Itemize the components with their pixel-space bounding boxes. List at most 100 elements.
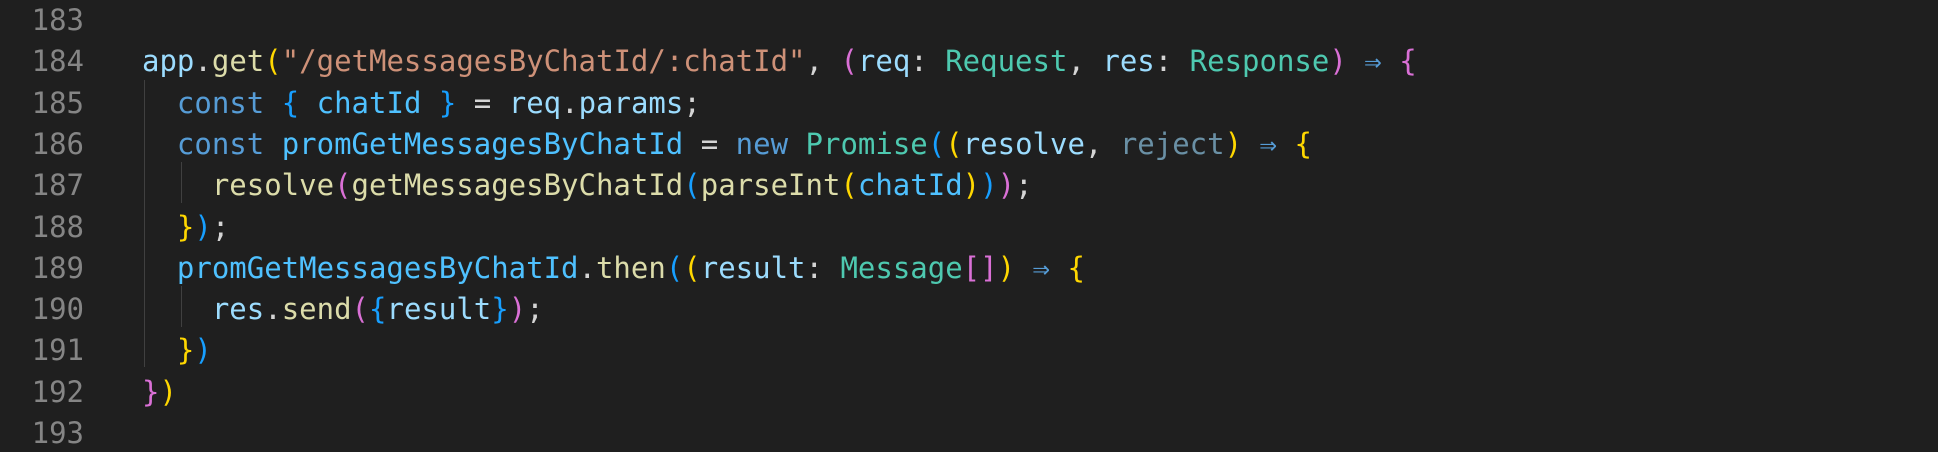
code-token: {	[1294, 126, 1312, 161]
code-token: result	[700, 250, 806, 285]
line-number: 193	[31, 416, 84, 450]
code-token: )	[1329, 44, 1347, 79]
code-token: (	[334, 168, 352, 203]
code-line[interactable]: 190 res.send({result});	[0, 289, 1938, 330]
line-code: });	[142, 207, 229, 248]
code-token: promGetMessagesByChatId	[281, 126, 684, 161]
code-token: )	[508, 292, 527, 327]
code-token: {	[281, 85, 300, 120]
line-number: 192	[31, 374, 84, 409]
code-token: (	[840, 44, 858, 79]
code-token: }	[142, 374, 160, 409]
code-token: get	[211, 44, 265, 79]
code-line[interactable]: 185 const { chatId } = req.params;	[0, 83, 1938, 124]
code-token: chatId	[316, 85, 422, 120]
code-token: (	[683, 168, 701, 203]
code-token: result	[386, 292, 492, 327]
code-token: new	[735, 126, 789, 161]
code-line[interactable]: 191 })	[0, 330, 1938, 371]
code-token: )	[997, 250, 1016, 285]
line-code: resolve(getMessagesByChatId(parseInt(cha…	[142, 165, 1033, 206]
code-token: .	[194, 44, 212, 79]
code-token: resolve	[211, 168, 335, 203]
code-token: req	[857, 44, 911, 79]
line-code: res.send({result});	[142, 289, 544, 330]
code-token: ⇒	[1346, 44, 1400, 79]
line-number: 187	[31, 168, 84, 203]
code-token: resolve	[962, 126, 1085, 161]
code-token: {	[1399, 44, 1417, 79]
code-token: Request	[945, 44, 1068, 79]
code-line[interactable]: 186 const promGetMessagesByChatId = new …	[0, 124, 1938, 165]
code-token: ;	[1015, 168, 1033, 203]
code-token: getMessagesByChatId	[351, 168, 684, 203]
code-token: ;	[526, 292, 544, 327]
code-line[interactable]: 184 app.get("/getMessagesByChatId/:chatId…	[0, 41, 1938, 82]
line-number: 188	[31, 209, 84, 244]
code-token: ;	[683, 85, 701, 120]
code-token: reject	[1119, 126, 1225, 161]
code-token: )	[159, 374, 177, 409]
code-token: }	[176, 333, 195, 368]
code-token: )	[194, 333, 212, 368]
code-token: .	[264, 292, 282, 327]
code-line[interactable]: 193	[0, 413, 1938, 452]
code-line[interactable]: 189 promGetMessagesByChatId.then((result…	[0, 248, 1938, 289]
line-code: const { chatId } = req.params;	[142, 83, 701, 124]
code-token: parseInt	[700, 168, 841, 203]
code-token: chatId	[857, 168, 963, 203]
line-code: const promGetMessagesByChatId = new Prom…	[142, 124, 1312, 165]
code-token: (	[351, 292, 370, 327]
line-number: 185	[31, 85, 84, 120]
code-token: Message	[840, 250, 963, 285]
code-token: :	[805, 250, 841, 285]
code-token: :	[910, 44, 946, 79]
line-number: 190	[31, 292, 84, 327]
code-token: ⇒	[1015, 250, 1068, 285]
code-token: send	[281, 292, 352, 327]
code-line[interactable]: 192})	[0, 372, 1938, 413]
code-token: (	[945, 126, 963, 161]
code-token: )	[997, 168, 1016, 203]
code-editor[interactable]: 183 184 app.get("/getMessagesByChatId/:cha…	[0, 0, 1938, 452]
code-line[interactable]: 188 });	[0, 207, 1938, 248]
code-token: }	[438, 85, 457, 120]
code-token: )	[194, 209, 212, 244]
line-number: 189	[31, 250, 84, 285]
code-token: ,	[1084, 126, 1120, 161]
code-token: then	[595, 250, 666, 285]
code-token: params	[578, 85, 684, 120]
code-line[interactable]: 187 resolve(getMessagesByChatId(parseInt…	[0, 165, 1938, 206]
code-token: Promise	[805, 126, 928, 161]
code-token: (	[264, 44, 282, 79]
code-token: (	[840, 168, 858, 203]
code-token: app	[142, 44, 195, 79]
line-number: 191	[31, 333, 84, 368]
code-token: ;	[211, 209, 230, 244]
code-token: {	[1067, 250, 1085, 285]
line-code: })	[142, 330, 212, 371]
code-token: ,	[805, 44, 841, 79]
code-token: (	[927, 126, 946, 161]
code-line[interactable]: 183	[0, 0, 1938, 41]
code-token: .	[561, 85, 579, 120]
code-token: {	[369, 292, 387, 327]
code-token: const	[176, 85, 265, 120]
code-token: =	[683, 126, 736, 161]
code-token: )	[962, 168, 981, 203]
line-number: 186	[31, 126, 84, 161]
code-token: Response	[1189, 44, 1330, 79]
line-number: 183	[31, 3, 84, 37]
code-token: ⇒	[1242, 126, 1295, 161]
line-code: app.get("/getMessagesByChatId/:chatId", …	[142, 41, 1417, 82]
